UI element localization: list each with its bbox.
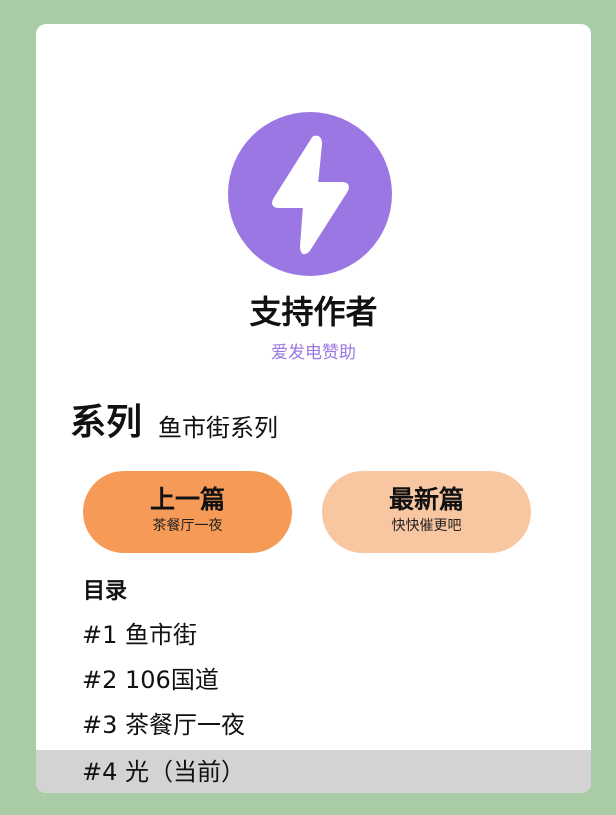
toc-item-current[interactable]: #4 光（当前）: [36, 750, 591, 793]
series-card: 支持作者 爱发电赞助 系列 鱼市街系列 上一篇 茶餐厅一夜 最新篇 快快催更吧 …: [36, 24, 591, 793]
toc-list: #1 鱼市街 #2 106国道 #3 茶餐厅一夜 #4 光（当前）: [36, 613, 591, 793]
toc-item[interactable]: #1 鱼市街: [36, 613, 591, 658]
support-title: 支持作者: [249, 293, 378, 331]
support-subtitle[interactable]: 爱发电赞助: [36, 342, 591, 364]
latest-chapter-label: 最新篇: [388, 485, 464, 514]
previous-chapter-label: 上一篇: [149, 485, 225, 514]
latest-chapter-subtitle: 快快催更吧: [391, 518, 462, 534]
support-author-button[interactable]: [228, 112, 392, 276]
latest-chapter-button[interactable]: 最新篇 快快催更吧: [322, 471, 531, 553]
toc-item[interactable]: #3 茶餐厅一夜: [36, 703, 591, 748]
series-name: 鱼市街系列: [158, 414, 278, 442]
previous-chapter-button[interactable]: 上一篇 茶餐厅一夜: [83, 471, 292, 553]
lightning-bolt-icon: [272, 135, 349, 255]
previous-chapter-title: 茶餐厅一夜: [152, 518, 223, 534]
series-heading: 系列: [70, 402, 143, 443]
toc-item[interactable]: #2 106国道: [36, 658, 591, 703]
toc-heading: 目录: [83, 579, 128, 604]
